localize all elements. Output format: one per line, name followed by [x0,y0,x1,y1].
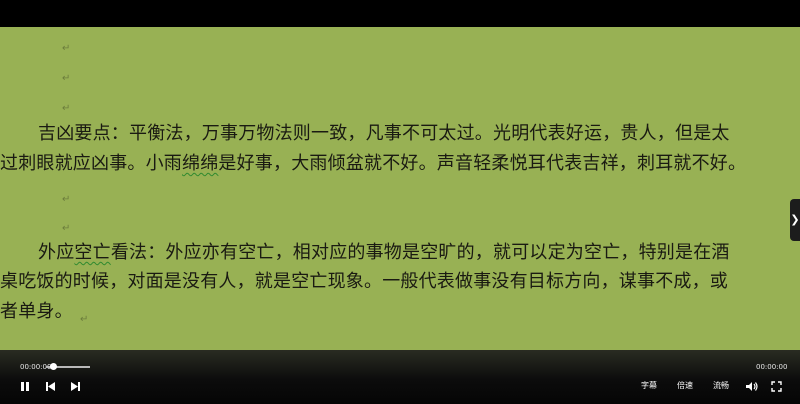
skip-previous-icon [46,382,55,391]
skip-next-icon [71,382,80,391]
fullscreen-button[interactable] [771,381,782,394]
paragraph-mark: ↵ [62,103,71,114]
volume-button[interactable] [745,381,758,394]
video-player-controls: 00:00:00 00:00:00 字幕 倍速 流畅 [0,350,800,404]
volume-icon [746,382,758,391]
text-run: 看法：外应亦有空亡，相对应的事物是空旷的，就可以定为空亡，特别是在酒 [110,242,730,263]
total-time: 00:00:00 [756,363,788,371]
document-view: ↵ ↵ ↵ 吉凶要点：平衡法，万事万物法则一致，凡事不可太过。光明代表好运，贵人… [0,27,800,350]
text-run: 是好事，大雨倾盆就不好。声音轻柔悦耳代表吉祥，刺耳就不好。 [218,153,747,174]
fullscreen-icon [771,381,782,392]
paragraph-mark: ↵ [62,43,71,54]
pause-button[interactable] [20,381,30,394]
side-panel-toggle[interactable]: ❯ [790,199,800,241]
paragraph-mark: ↵ [62,73,71,84]
spellcheck-underlined-word: 绵绵 [182,153,219,174]
chevron-right-icon: ❯ [790,213,800,226]
paragraph-mark: ↵ [62,194,71,205]
subtitle-button[interactable]: 字幕 [641,382,657,390]
text-run: 过刺眼就应凶事。小雨 [0,153,182,174]
paragraph-1-line-1: 吉凶要点：平衡法，万事万物法则一致，凡事不可太过。光明代表好运，贵人，但是太 [38,123,730,144]
text-run: 外应 [38,242,75,263]
speed-button[interactable]: 倍速 [677,382,693,390]
paragraph-mark: ↵ [80,314,89,325]
progress-handle[interactable] [50,363,57,370]
spellcheck-underlined-word: 空亡 [74,242,111,263]
top-black-bar [0,0,800,27]
quality-button[interactable]: 流畅 [713,382,729,390]
paragraph-mark: ↵ [62,223,71,234]
next-button[interactable] [70,381,81,394]
paragraph-2-line-1: 外应空亡看法：外应亦有空亡，相对应的事物是空旷的，就可以定为空亡，特别是在酒 [38,242,730,264]
document-page: ↵ ↵ ↵ 吉凶要点：平衡法，万事万物法则一致，凡事不可太过。光明代表好运，贵人… [0,27,800,350]
paragraph-2-line-2: 桌吃饭的时候，对面是没有人，就是空亡现象。一般代表做事没有目标方向，谋事不成，或 [0,271,728,292]
previous-button[interactable] [45,381,56,394]
pause-icon [21,382,29,391]
paragraph-2-line-3: 者单身。 [0,301,73,322]
paragraph-1-line-2: 过刺眼就应凶事。小雨绵绵是好事，大雨倾盆就不好。声音轻柔悦耳代表吉祥，刺耳就不好… [0,153,746,175]
